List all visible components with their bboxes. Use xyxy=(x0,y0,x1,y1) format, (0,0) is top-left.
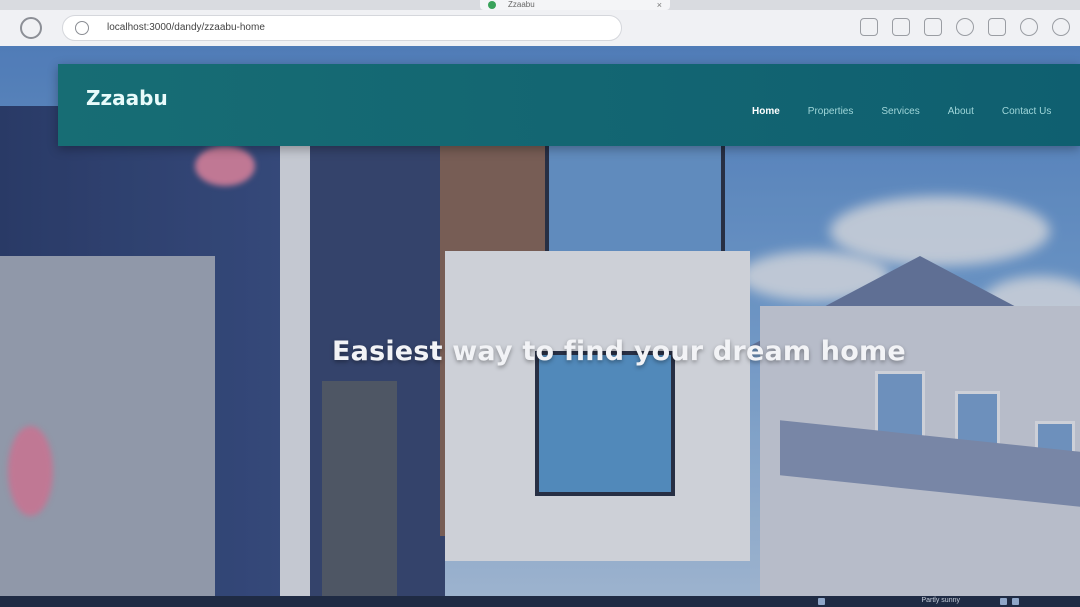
nav-menu: Home Properties Services About Contact U… xyxy=(752,106,1051,117)
os-taskbar: Partly sunny xyxy=(0,596,1080,607)
weather-icon[interactable] xyxy=(818,598,825,605)
weather-text[interactable]: Partly sunny xyxy=(921,597,960,604)
tab-close-icon[interactable]: × xyxy=(657,0,662,10)
site-logo[interactable]: Zzaabu xyxy=(86,86,168,110)
settings-icon[interactable] xyxy=(1052,18,1070,36)
extensions-icon[interactable] xyxy=(988,18,1006,36)
nav-link-about[interactable]: About xyxy=(948,106,974,117)
network-icon[interactable] xyxy=(1000,598,1007,605)
site-favicon-icon xyxy=(488,1,496,9)
refresh-icon[interactable] xyxy=(20,17,42,39)
nav-link-home[interactable]: Home xyxy=(752,106,780,117)
address-url[interactable]: localhost:3000/dandy/zzaabu-home xyxy=(107,22,265,33)
profile-icon[interactable] xyxy=(1020,18,1038,36)
volume-icon[interactable] xyxy=(1012,598,1019,605)
collections-icon[interactable] xyxy=(956,18,974,36)
tab-title: Zzaabu xyxy=(508,0,535,9)
nav-link-services[interactable]: Services xyxy=(881,106,919,117)
hero-headline: Easiest way to find your dream home xyxy=(332,336,906,368)
nav-link-contact[interactable]: Contact Us xyxy=(1002,106,1051,117)
favorite-star-icon[interactable] xyxy=(892,18,910,36)
browser-tab-strip: Zzaabu × xyxy=(0,0,1080,10)
web-page: Zzaabu Home Properties Services About Co… xyxy=(0,46,1080,596)
browser-tab[interactable]: Zzaabu × xyxy=(480,0,670,10)
split-screen-icon[interactable] xyxy=(924,18,942,36)
site-navbar: Zzaabu Home Properties Services About Co… xyxy=(58,64,1080,146)
address-bar[interactable]: localhost:3000/dandy/zzaabu-home xyxy=(62,15,622,41)
info-icon[interactable] xyxy=(75,21,89,35)
nav-link-properties[interactable]: Properties xyxy=(808,106,854,117)
read-aloud-icon[interactable] xyxy=(860,18,878,36)
browser-toolbar: localhost:3000/dandy/zzaabu-home xyxy=(0,10,1080,47)
